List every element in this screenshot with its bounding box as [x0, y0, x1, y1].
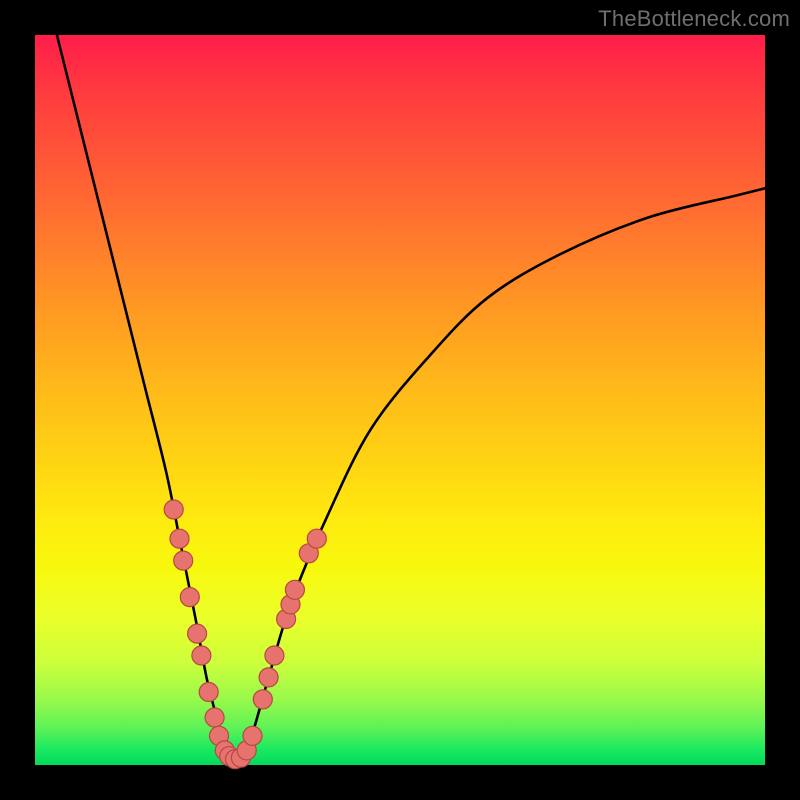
highlight-dot — [174, 551, 193, 570]
watermark-text: TheBottleneck.com — [598, 6, 790, 32]
highlight-dot — [170, 529, 189, 548]
highlight-dot — [199, 683, 218, 702]
highlight-dot — [243, 726, 262, 745]
bottleneck-curve — [57, 35, 765, 763]
chart-stage: TheBottleneck.com — [0, 0, 800, 800]
highlight-dot — [180, 588, 199, 607]
highlight-dot — [253, 690, 272, 709]
highlight-dot — [164, 500, 183, 519]
highlight-dot — [307, 529, 326, 548]
highlight-dot — [192, 646, 211, 665]
highlight-dot — [205, 708, 224, 727]
highlight-dot — [188, 624, 207, 643]
highlight-dot — [265, 646, 284, 665]
highlight-dot — [259, 668, 278, 687]
plot-area — [35, 35, 765, 765]
highlight-dots-group — [164, 500, 326, 769]
bottleneck-curve-svg — [35, 35, 765, 765]
highlight-dot — [285, 580, 304, 599]
